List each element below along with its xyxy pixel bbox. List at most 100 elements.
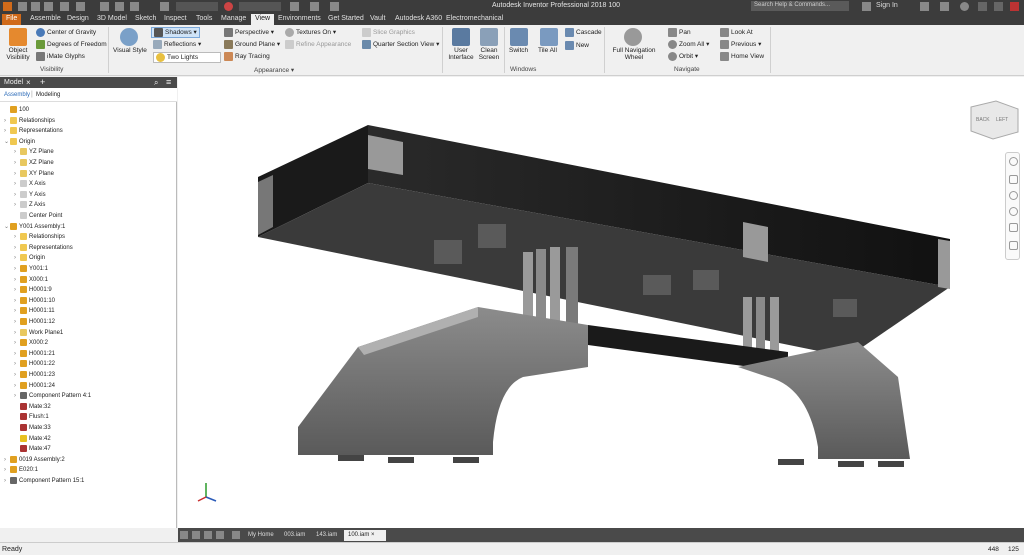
switch-button[interactable]: Switch bbox=[509, 47, 528, 54]
tree-node[interactable]: › H0001:12 bbox=[14, 318, 55, 328]
tab-autodesk-a360[interactable]: Autodesk A360 bbox=[391, 14, 446, 25]
tree-node[interactable]: › X000:2 bbox=[14, 339, 48, 349]
tree-node[interactable]: › Component Pattern 4:1 bbox=[14, 392, 91, 402]
tab-design[interactable]: Design bbox=[63, 14, 93, 25]
shadows-button[interactable]: Shadows ▾ bbox=[151, 27, 200, 38]
update-icon[interactable] bbox=[115, 2, 124, 11]
lighting-dropdown[interactable]: Two Lights bbox=[153, 52, 221, 63]
appearance-icon[interactable] bbox=[224, 2, 233, 11]
degrees-of-freedom-button[interactable]: Degrees of Freedom bbox=[36, 40, 107, 49]
zoom-all-button[interactable]: Zoom All ▾ bbox=[668, 40, 709, 49]
refine-appearance-button[interactable]: Refine Appearance bbox=[285, 40, 351, 49]
fx-icon[interactable] bbox=[310, 2, 319, 11]
search-icon[interactable]: ⌕ bbox=[154, 78, 158, 88]
cascade-icon[interactable] bbox=[192, 531, 200, 539]
tree-node[interactable]: Flush:1 bbox=[14, 413, 49, 423]
tab-environments[interactable]: Environments bbox=[274, 14, 325, 25]
tree-node[interactable]: › XY Plane bbox=[14, 169, 54, 180]
tab-manage[interactable]: Manage bbox=[217, 14, 250, 25]
appearance-dropdown[interactable] bbox=[239, 2, 281, 11]
tree-node[interactable]: › H0001:24 bbox=[14, 381, 55, 392]
tree-node[interactable]: › H0001:9 bbox=[14, 286, 52, 296]
tree-node[interactable]: Mate:42 bbox=[14, 434, 51, 445]
tab-100-iam[interactable]: 100.iam × bbox=[344, 530, 386, 541]
cart-icon[interactable] bbox=[920, 2, 929, 11]
quick-access-more-icon[interactable] bbox=[330, 2, 339, 11]
tree-node[interactable]: › Component Pattern 15:1 bbox=[4, 477, 84, 487]
new-window-button[interactable]: New bbox=[565, 41, 589, 50]
user-icon[interactable] bbox=[862, 2, 871, 11]
reflections-button[interactable]: Reflections ▾ bbox=[153, 40, 201, 49]
perspective-button[interactable]: Perspective ▾ bbox=[224, 28, 274, 37]
new-icon[interactable] bbox=[18, 2, 27, 11]
steering-wheel-icon[interactable] bbox=[1009, 157, 1018, 166]
tree-node[interactable]: › Relationships bbox=[4, 116, 55, 127]
zoom-icon[interactable] bbox=[1009, 191, 1018, 200]
tab-get-started[interactable]: Get Started bbox=[324, 14, 368, 25]
tree-node[interactable]: › Y001:1 bbox=[14, 265, 48, 275]
tree-node[interactable]: › YZ Plane bbox=[14, 148, 54, 158]
save-icon[interactable] bbox=[44, 2, 53, 11]
tree-node[interactable]: › E020:1 bbox=[4, 466, 38, 476]
redo-icon[interactable] bbox=[76, 2, 85, 11]
tree-node[interactable]: Mate:47 bbox=[14, 445, 51, 455]
slice-graphics-button[interactable]: Slice Graphics bbox=[362, 28, 415, 37]
tree-node[interactable]: › 0019 Assembly:2 bbox=[4, 455, 65, 466]
pan-button[interactable]: Pan bbox=[668, 28, 691, 37]
tree-node[interactable]: Mate:32 bbox=[14, 402, 51, 413]
tile-all-button[interactable]: Tile All bbox=[538, 47, 557, 54]
add-browser-icon[interactable]: + bbox=[40, 77, 45, 87]
tree-node[interactable]: 100 bbox=[4, 106, 29, 116]
tab-my-home[interactable]: My Home bbox=[244, 530, 278, 541]
tab-3d-model[interactable]: 3D Model bbox=[93, 14, 131, 25]
tree-node[interactable]: › Origin bbox=[14, 254, 45, 264]
tree-node[interactable]: › Representations bbox=[4, 127, 63, 137]
assembly-3d-model[interactable]: BACK LEFT bbox=[178, 77, 1024, 528]
tab-electromechanical[interactable]: Electromechanical bbox=[442, 14, 507, 25]
cascade-button[interactable]: Cascade bbox=[565, 28, 602, 37]
ground-plane-button[interactable]: Ground Plane ▾ bbox=[224, 40, 280, 49]
pan-icon[interactable] bbox=[1009, 175, 1018, 184]
tree-node[interactable]: › XZ Plane bbox=[14, 159, 54, 169]
full-navigation-wheel-button[interactable]: Full Navigation Wheel bbox=[608, 47, 660, 61]
measure-icon[interactable] bbox=[160, 2, 169, 11]
orbit-button[interactable]: Orbit ▾ bbox=[668, 52, 698, 61]
connect-icon[interactable] bbox=[940, 2, 949, 11]
close-icon[interactable] bbox=[1010, 2, 1019, 11]
tab-003-iam[interactable]: 003.iam bbox=[280, 530, 309, 541]
undo-icon[interactable] bbox=[60, 2, 69, 11]
menu-icon[interactable] bbox=[232, 531, 240, 539]
menu-icon[interactable]: ≡ bbox=[166, 77, 171, 87]
user-interface-button[interactable]: User Interface bbox=[446, 47, 476, 61]
tree-node[interactable]: › H0001:23 bbox=[14, 371, 55, 381]
sign-in-button[interactable]: Sign In bbox=[876, 2, 898, 9]
look-at-icon[interactable] bbox=[1009, 223, 1018, 232]
tree-node[interactable]: › H0001:21 bbox=[14, 349, 55, 360]
tab-assembly[interactable]: Assembly bbox=[4, 92, 30, 98]
close-tab-icon[interactable]: × bbox=[371, 532, 375, 538]
home-icon[interactable] bbox=[100, 2, 109, 11]
tree-node[interactable]: Mate:33 bbox=[14, 424, 51, 434]
tree-node[interactable]: › H0001:10 bbox=[14, 296, 55, 307]
home-view-button[interactable]: Home View bbox=[720, 52, 764, 61]
tile-vertical-icon[interactable] bbox=[216, 531, 224, 539]
open-icon[interactable] bbox=[31, 2, 40, 11]
ray-tracing-button[interactable]: Ray Tracing bbox=[224, 52, 270, 61]
tab-view[interactable]: View bbox=[251, 14, 275, 25]
tile-horizontal-icon[interactable] bbox=[204, 531, 212, 539]
tree-node[interactable]: › Y Axis bbox=[14, 190, 46, 201]
tab-modeling[interactable]: Modeling bbox=[36, 92, 60, 98]
clean-screen-button[interactable]: Clean Screen bbox=[476, 47, 502, 61]
maximize-icon[interactable] bbox=[994, 2, 1003, 11]
look-at-button[interactable]: Look At bbox=[720, 28, 753, 37]
help-icon[interactable] bbox=[960, 2, 969, 11]
graphics-viewport[interactable]: BACK LEFT bbox=[178, 77, 1024, 528]
tab-inspect[interactable]: Inspect bbox=[160, 14, 191, 25]
tab-file[interactable]: File bbox=[2, 14, 22, 25]
tab-143-iam[interactable]: 143.iam bbox=[312, 530, 341, 541]
center-of-gravity-button[interactable]: Center of Gravity bbox=[36, 28, 96, 37]
help-search-input[interactable]: Search Help & Commands... bbox=[751, 1, 849, 11]
layout-icon[interactable] bbox=[180, 531, 188, 539]
minimize-icon[interactable] bbox=[978, 2, 987, 11]
tab-vault[interactable]: Vault bbox=[366, 14, 389, 25]
